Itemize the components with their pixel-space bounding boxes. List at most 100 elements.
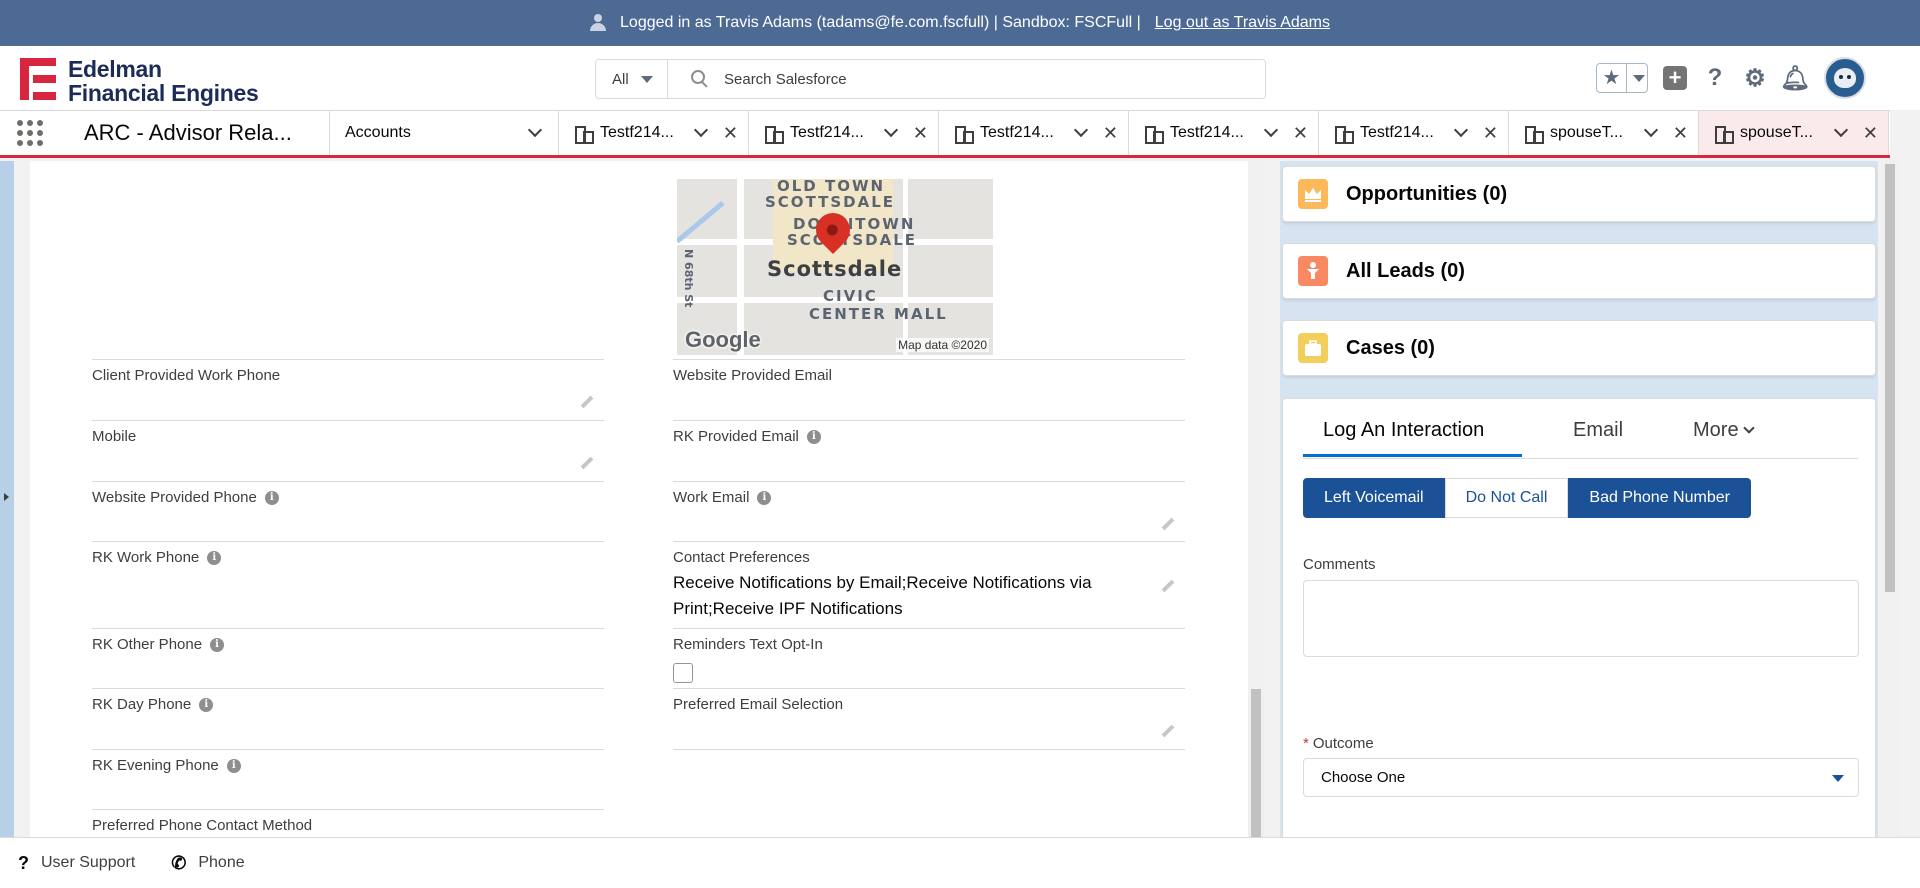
collapsed-sidebar[interactable] [0, 161, 14, 837]
do-not-call-button[interactable]: Do Not Call [1444, 478, 1569, 518]
details-scrollbar-thumb[interactable] [1251, 689, 1261, 837]
notifications-bell-icon[interactable]: 🔔︎ [1780, 65, 1810, 92]
global-header: Edelman Financial Engines All ★ + ? ⚙ 🔔︎ [0, 46, 1920, 110]
workspace-tab-3[interactable]: Testf214... ✕ [939, 111, 1129, 155]
close-icon[interactable]: ✕ [913, 123, 928, 144]
workspace-tab-4[interactable]: Testf214... ✕ [1129, 111, 1319, 155]
chevron-down-icon[interactable] [1833, 122, 1849, 138]
field-rk-provided-email: RK Provided Email i [673, 420, 1185, 481]
card-title[interactable]: All Leads (0) [1346, 260, 1465, 283]
field-label-row: Work Email i [673, 489, 1185, 506]
reminders-checkbox[interactable] [673, 663, 693, 683]
chevron-down-icon[interactable] [527, 122, 543, 138]
related-card-cases[interactable]: Cases (0) [1282, 320, 1876, 376]
edit-pencil-icon[interactable] [1161, 724, 1175, 738]
tab-log-an-interaction[interactable]: Log An Interaction [1323, 419, 1484, 442]
field-work-email: Work Email i [673, 481, 1185, 541]
logout-link[interactable]: Log out as Travis Adams [1155, 14, 1330, 32]
page-scrollbar[interactable] [1880, 158, 1920, 838]
workspace-tab-1[interactable]: Testf214... ✕ [559, 111, 749, 155]
address-map[interactable]: OLD TOWN SCOTTSDALE DOWNTOWN SCOTTSDALE … [677, 179, 993, 355]
workspace-tab-5[interactable]: Testf214... ✕ [1319, 111, 1509, 155]
favorites-button[interactable]: ★ [1596, 63, 1648, 93]
field-rk-evening-phone: RK Evening Phone i [92, 749, 604, 809]
map-label-civic-2: CENTER MALL [809, 305, 948, 323]
edit-pencil-icon[interactable] [1161, 517, 1175, 531]
field-label: Preferred Email Selection [673, 696, 844, 713]
map-label-street: N 68th St [682, 249, 695, 308]
help-icon[interactable]: ? [1702, 64, 1728, 91]
lead-icon [1298, 256, 1328, 286]
bad-phone-number-button[interactable]: Bad Phone Number [1568, 478, 1751, 518]
card-title[interactable]: Cases (0) [1346, 337, 1435, 360]
global-actions-button[interactable]: + [1662, 65, 1688, 91]
close-icon[interactable]: ✕ [1483, 123, 1498, 144]
edit-pencil-icon[interactable] [580, 395, 594, 409]
field-label: RK Day Phone [92, 696, 192, 713]
setup-gear-icon[interactable]: ⚙ [1742, 65, 1768, 92]
tab-more[interactable]: More [1693, 419, 1755, 442]
chevron-down-icon[interactable] [1073, 122, 1089, 138]
field-contact-preferences: Contact Preferences Receive Notification… [673, 541, 1185, 628]
left-voicemail-button[interactable]: Left Voicemail [1303, 478, 1445, 518]
company-logo[interactable]: Edelman Financial Engines [20, 54, 275, 105]
outcome-select-value: Choose One [1321, 769, 1406, 786]
outcome-label: Outcome [1312, 735, 1374, 752]
close-icon[interactable]: ✕ [1863, 123, 1878, 144]
chevron-down-icon[interactable] [1453, 122, 1469, 138]
user-avatar[interactable] [1824, 57, 1866, 99]
workspace-tab-label: Testf214... [790, 124, 864, 141]
workspace-tab-7-active[interactable]: spouseT... ✕ [1699, 111, 1889, 155]
active-tab-indicator [1303, 454, 1522, 457]
tab-email[interactable]: Email [1573, 419, 1623, 442]
field-label-row: Website Provided Phone i [92, 489, 604, 506]
close-icon[interactable]: ✕ [1103, 123, 1118, 144]
search-input[interactable] [724, 70, 1224, 88]
chevron-down-icon[interactable] [1263, 122, 1279, 138]
workspace-tab-label: spouseT... [1550, 124, 1623, 141]
app-launcher[interactable] [0, 111, 60, 155]
details-scrollbar[interactable] [1248, 161, 1264, 837]
info-icon[interactable]: i [199, 697, 214, 712]
search-scope-select[interactable]: All [596, 60, 668, 98]
close-icon[interactable]: ✕ [1293, 123, 1308, 144]
info-icon[interactable]: i [226, 758, 241, 773]
logo-line-1: Edelman [68, 56, 162, 82]
star-icon: ★ [1597, 64, 1627, 92]
edit-pencil-icon[interactable] [580, 456, 594, 470]
field-divider [673, 749, 1185, 750]
tab-more-label: More [1693, 419, 1739, 441]
utility-user-support[interactable]: ? User Support [18, 853, 135, 874]
workspace-tab-label: spouseT... [1740, 124, 1813, 141]
chevron-down-icon[interactable] [1643, 122, 1659, 138]
comments-textarea[interactable] [1303, 580, 1859, 657]
question-icon: ? [18, 852, 29, 873]
related-card-leads[interactable]: All Leads (0) [1282, 243, 1876, 299]
outcome-select[interactable]: Choose One [1303, 758, 1859, 797]
workspace-tab-6[interactable]: spouseT... ✕ [1509, 111, 1699, 155]
utility-phone[interactable]: ✆ Phone [171, 853, 244, 874]
account-icon [1334, 124, 1354, 144]
field-label: Website Provided Email [673, 367, 832, 384]
interaction-tabs: Log An Interaction Email More [1303, 399, 1858, 459]
info-icon[interactable]: i [207, 550, 222, 565]
chevron-down-icon[interactable] [883, 122, 899, 138]
field-reminders-text-opt-in: Reminders Text Opt-In [673, 628, 1185, 688]
page-scrollbar-thumb[interactable] [1885, 164, 1895, 592]
info-icon[interactable]: i [264, 490, 279, 505]
info-icon[interactable]: i [210, 637, 225, 652]
nav-item-accounts[interactable]: Accounts [330, 111, 559, 155]
search-icon [690, 69, 710, 89]
info-icon[interactable]: i [806, 429, 821, 444]
workspace-tab-2[interactable]: Testf214... ✕ [749, 111, 939, 155]
chevron-down-icon[interactable] [693, 122, 709, 138]
related-card-opportunities[interactable]: Opportunities (0) [1282, 166, 1876, 222]
expand-arrow-icon[interactable] [4, 493, 9, 501]
edit-pencil-icon[interactable] [1161, 579, 1175, 593]
map-label-city: Scottsdale [767, 257, 903, 281]
field-label-row: RK Evening Phone i [92, 757, 604, 774]
close-icon[interactable]: ✕ [1673, 123, 1688, 144]
info-icon[interactable]: i [757, 490, 772, 505]
card-title[interactable]: Opportunities (0) [1346, 183, 1507, 206]
close-icon[interactable]: ✕ [723, 123, 738, 144]
